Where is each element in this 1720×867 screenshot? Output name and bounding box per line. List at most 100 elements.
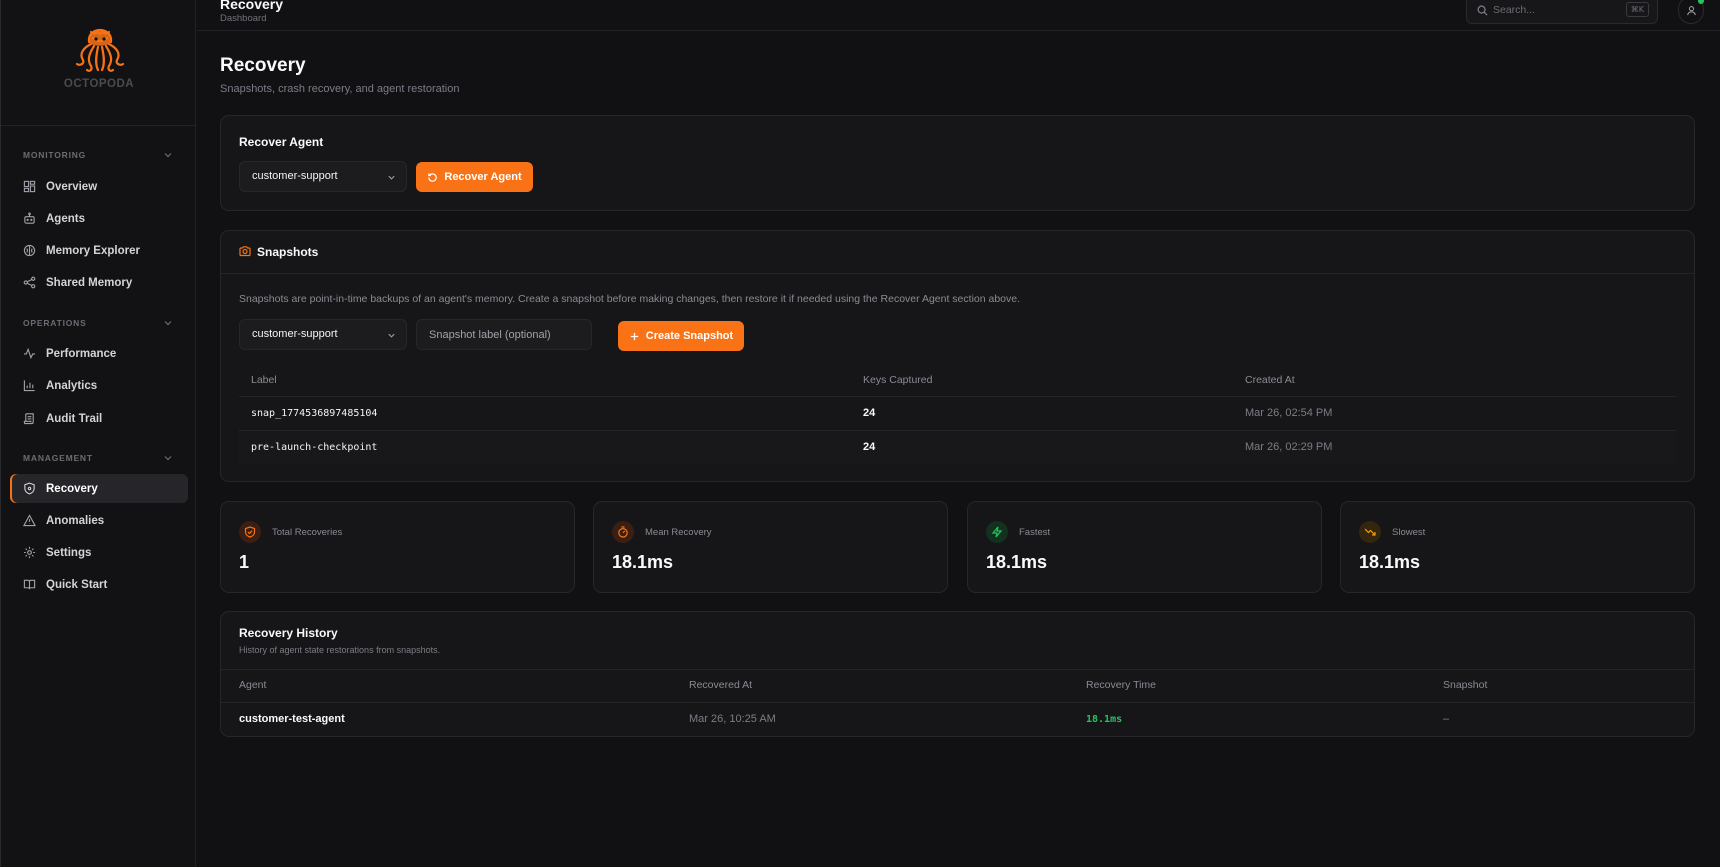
recovery-history-subtitle: History of agent state restorations from…: [239, 645, 441, 655]
chevron-down-icon: [388, 333, 395, 338]
topbar-title: Recovery: [220, 0, 284, 12]
layout-dashboard-icon: [23, 180, 36, 193]
column-header-recovered-at[interactable]: Recovered At: [689, 679, 752, 691]
sidebar-item-label: Analytics: [46, 379, 98, 392]
user-menu-button[interactable]: [1678, 0, 1704, 24]
sidebar-item-anomalies[interactable]: Anomalies: [10, 506, 188, 535]
sidebar-item-label: Overview: [46, 180, 98, 193]
sidebar-item-analytics[interactable]: Analytics: [10, 371, 188, 400]
recovery-history-title: Recovery History: [239, 626, 338, 640]
scroll-icon: [23, 413, 34, 425]
column-header-created-at[interactable]: Created At: [1245, 374, 1295, 386]
sidebar-item-shared-memory[interactable]: Shared Memory: [10, 268, 188, 297]
snapshot-label-cell: pre-launch-checkpoint: [251, 442, 378, 453]
recover-agent-button[interactable]: Recover Agent: [416, 162, 533, 192]
snapshot-agent-select[interactable]: customer-support: [239, 319, 407, 350]
table-row[interactable]: pre-launch-checkpoint 24 Mar 26, 02:29 P…: [239, 431, 1676, 464]
agent-cell: customer-test-agent: [239, 713, 345, 725]
sidebar-item-quick-start[interactable]: Quick Start: [10, 570, 188, 599]
chevron-down-icon: [388, 175, 395, 180]
online-status-dot: [1698, 0, 1704, 4]
stat-value: 1: [239, 552, 250, 572]
stat-icon-badge: [986, 521, 1008, 543]
table-row[interactable]: snap_1774536897485104 24 Mar 26, 02:54 P…: [239, 397, 1676, 430]
sidebar-item-audit-trail[interactable]: Audit Trail: [10, 404, 188, 433]
timer-icon: [618, 526, 628, 538]
brain-icon: [23, 244, 36, 257]
sidebar-item-memory-explorer[interactable]: Memory Explorer: [10, 236, 188, 265]
search-box[interactable]: ⌘K: [1466, 0, 1658, 24]
octopus-logo-icon: [75, 28, 125, 72]
stat-label: Slowest: [1392, 527, 1426, 538]
sidebar-item-settings[interactable]: Settings: [10, 538, 188, 567]
stat-card-mean-recovery: Mean Recovery 18.1ms: [593, 501, 948, 593]
section-monitoring-header[interactable]: MONITORING: [23, 150, 173, 164]
shield-icon: [24, 482, 35, 495]
search-icon: [1477, 5, 1488, 16]
page-title: Recovery: [220, 55, 306, 76]
button-label: Create Snapshot: [645, 330, 734, 342]
sidebar-item-agents[interactable]: Agents: [10, 204, 188, 233]
section-operations-header[interactable]: OPERATIONS: [23, 318, 173, 332]
column-header-keys-captured[interactable]: Keys Captured: [863, 374, 932, 386]
table-row[interactable]: customer-test-agent Mar 26, 10:25 AM 18.…: [221, 703, 1694, 736]
trending-down-icon: [1364, 528, 1376, 536]
shield-check-icon: [244, 526, 256, 538]
rotate-ccw-icon: [428, 172, 438, 182]
stat-label: Fastest: [1019, 527, 1051, 538]
share-icon: [23, 276, 36, 289]
recovery-history-card: Recovery History History of agent state …: [220, 611, 1695, 737]
activity-icon: [23, 347, 36, 360]
sidebar-item-overview[interactable]: Overview: [10, 172, 188, 201]
page-subtitle: Snapshots, crash recovery, and agent res…: [220, 83, 460, 95]
snapshot-label-cell: snap_1774536897485104: [251, 408, 378, 419]
sidebar-item-recovery[interactable]: Recovery: [10, 474, 188, 503]
section-title: OPERATIONS: [23, 318, 87, 328]
bar-chart-icon: [23, 380, 35, 392]
sidebar-item-performance[interactable]: Performance: [10, 339, 188, 368]
snapshot-label-input[interactable]: [416, 319, 592, 350]
book-icon: [23, 579, 36, 590]
sidebar-item-label: Quick Start: [46, 578, 108, 591]
sidebar-item-label: Agents: [46, 212, 85, 225]
created-at-cell: Mar 26, 02:54 PM: [1245, 407, 1333, 419]
stat-icon-badge: [239, 521, 261, 543]
divider: [221, 273, 1694, 274]
snapshots-card: Snapshots Snapshots are point-in-time ba…: [220, 230, 1695, 482]
stat-card-fastest: Fastest 18.1ms: [967, 501, 1322, 593]
button-label: Recover Agent: [444, 171, 522, 183]
sidebar: OCTOPODA MONITORING Overview Agents Memo…: [0, 0, 197, 867]
keys-captured-cell: 24: [863, 407, 876, 419]
sidebar-item-label: Performance: [46, 347, 117, 360]
stat-label: Mean Recovery: [645, 527, 712, 538]
stat-value: 18.1ms: [986, 552, 1048, 572]
stat-card-slowest: Slowest 18.1ms: [1340, 501, 1695, 593]
gear-icon: [23, 546, 36, 559]
section-title: MANAGEMENT: [23, 453, 93, 463]
section-title: MONITORING: [23, 150, 87, 160]
column-header-snapshot[interactable]: Snapshot: [1443, 679, 1487, 691]
recover-agent-card: Recover Agent customer-support Recover A…: [220, 115, 1695, 211]
chevron-down-icon: [164, 321, 172, 326]
topbar: Recovery Dashboard ⌘K: [197, 0, 1720, 31]
user-icon: [1687, 6, 1696, 16]
breadcrumb[interactable]: Dashboard: [220, 13, 266, 24]
chevron-down-icon: [164, 456, 172, 461]
snapshots-title: Snapshots: [257, 245, 319, 259]
section-management-header[interactable]: MANAGEMENT: [23, 453, 173, 467]
snapshot-cell: –: [1443, 713, 1450, 725]
column-header-agent[interactable]: Agent: [239, 679, 266, 691]
create-snapshot-button[interactable]: Create Snapshot: [618, 321, 744, 351]
alert-triangle-icon: [23, 514, 36, 527]
brand[interactable]: OCTOPODA: [1, 0, 197, 126]
sidebar-item-label: Memory Explorer: [46, 244, 140, 257]
recover-agent-select[interactable]: customer-support: [239, 161, 407, 192]
column-header-recovery-time[interactable]: Recovery Time: [1086, 679, 1156, 691]
camera-icon: [239, 246, 251, 257]
chevron-down-icon: [164, 153, 172, 158]
stat-value: 18.1ms: [612, 552, 674, 572]
stat-value: 18.1ms: [1359, 552, 1421, 572]
snapshots-description: Snapshots are point-in-time backups of a…: [239, 293, 1021, 305]
column-header-label[interactable]: Label: [251, 374, 277, 386]
search-input[interactable]: [1493, 2, 1613, 18]
